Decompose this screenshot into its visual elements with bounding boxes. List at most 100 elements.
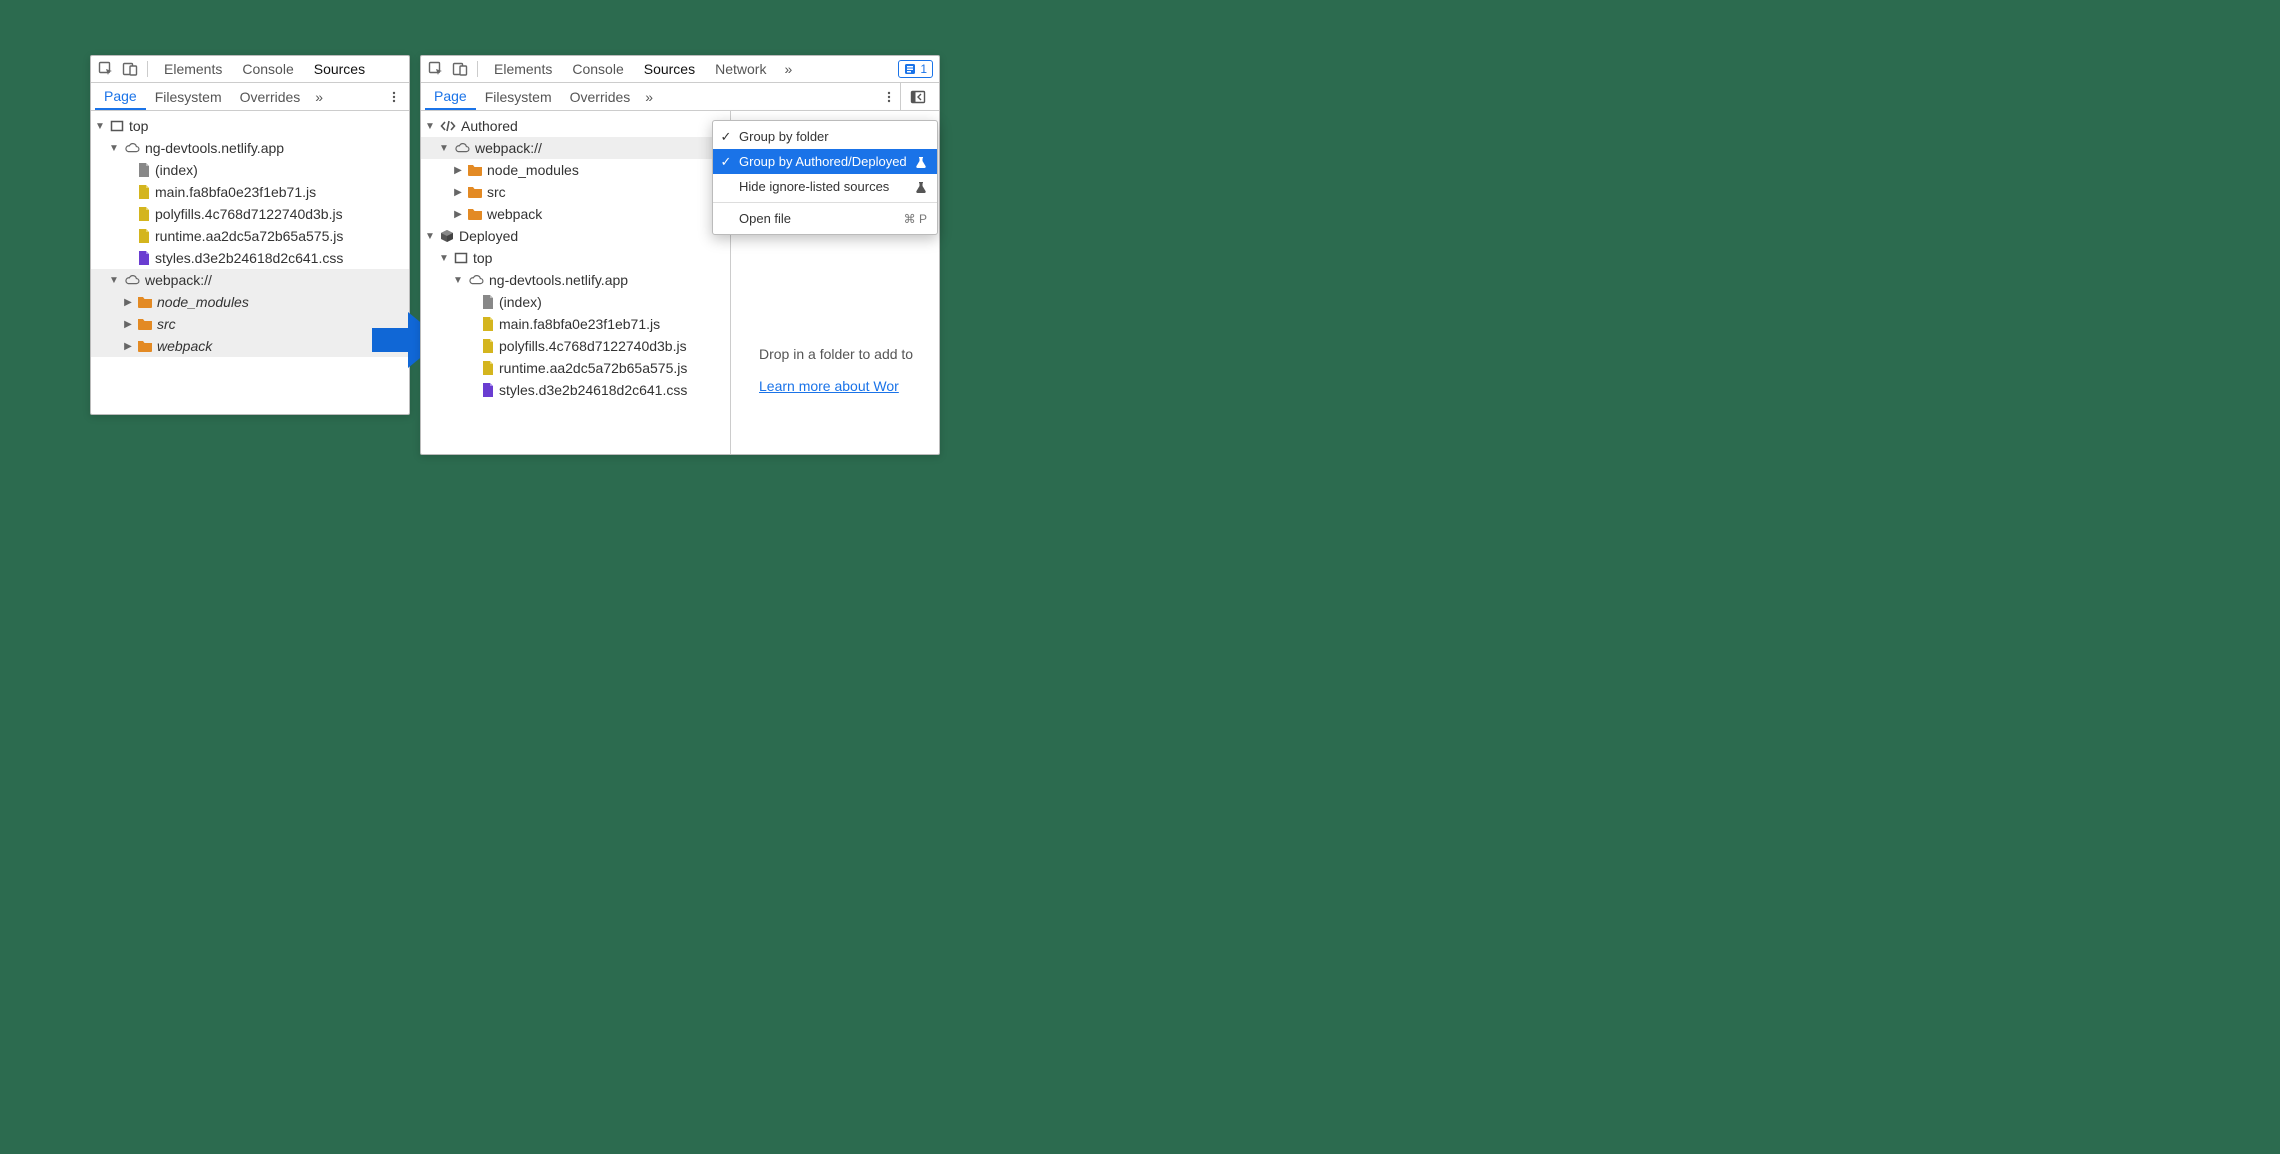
tree-node-authored[interactable]: ▼ Authored <box>421 115 730 137</box>
menu-group-by-folder[interactable]: ✓ Group by folder <box>713 124 937 149</box>
tree-node-domain[interactable]: ▼ ng-devtools.netlify.app <box>421 269 730 291</box>
top-tab-bar: Elements Console Sources <box>91 56 409 83</box>
cloud-icon <box>124 274 140 286</box>
menu-separator <box>713 202 937 203</box>
tree-node-folder[interactable]: ▶ webpack <box>421 203 730 225</box>
menu-label: Hide ignore-listed sources <box>739 179 909 194</box>
cloud-icon <box>124 142 140 154</box>
more-tabs-icon[interactable]: » <box>639 87 659 107</box>
tree-node-top[interactable]: ▼ top <box>91 115 409 137</box>
tree-label: top <box>473 250 492 266</box>
folder-icon <box>138 296 152 308</box>
subtab-filesystem[interactable]: Filesystem <box>146 84 231 109</box>
caret-right-icon: ▶ <box>123 297 133 308</box>
device-toggle-icon[interactable] <box>449 58 471 80</box>
sub-tab-bar: Page Filesystem Overrides » <box>421 83 939 111</box>
device-toggle-icon[interactable] <box>119 58 141 80</box>
check-icon: ✓ <box>719 154 733 170</box>
tree-label: webpack <box>157 338 212 354</box>
folder-icon <box>138 340 152 352</box>
tree-node-file[interactable]: ▶ polyfills.4c768d7122740d3b.js <box>91 203 409 225</box>
inspect-element-icon[interactable] <box>425 58 447 80</box>
kebab-menu-icon[interactable] <box>878 86 900 108</box>
tree-node-file[interactable]: ▶ (index) <box>91 159 409 181</box>
subtab-overrides[interactable]: Overrides <box>231 84 310 109</box>
folder-icon <box>468 164 482 176</box>
top-tab-bar: Elements Console Sources Network » 1 <box>421 56 939 83</box>
caret-right-icon: ▶ <box>453 187 463 198</box>
experiment-beaker-icon <box>915 181 927 193</box>
tree-node-file[interactable]: ▶ styles.d3e2b24618d2c641.css <box>421 379 730 401</box>
more-options-menu: ✓ Group by folder ✓ Group by Authored/De… <box>712 120 938 235</box>
tree-node-deployed[interactable]: ▼ Deployed <box>421 225 730 247</box>
sidebar-toggle <box>900 83 935 110</box>
caret-down-icon: ▼ <box>109 143 119 154</box>
tree-node-folder[interactable]: ▶ webpack <box>91 335 409 357</box>
tree-label: webpack:// <box>145 272 212 288</box>
more-tabs-icon[interactable]: » <box>778 59 798 79</box>
tab-elements[interactable]: Elements <box>154 57 232 81</box>
tree-label: main.fa8bfa0e23f1eb71.js <box>499 316 660 332</box>
tree-node-file[interactable]: ▶ main.fa8bfa0e23f1eb71.js <box>91 181 409 203</box>
source-tree: ▼ Authored ▼ webpack:// ▶ node_modules ▶ <box>421 111 730 405</box>
tab-network[interactable]: Network <box>705 57 776 81</box>
devtools-panel-right: Elements Console Sources Network » 1 Pag… <box>420 55 940 455</box>
top-tabs: Elements Console Sources Network <box>484 57 776 81</box>
tab-console[interactable]: Console <box>562 57 633 81</box>
file-icon <box>482 361 494 375</box>
caret-right-icon: ▶ <box>453 165 463 176</box>
tree-node-webpack[interactable]: ▼ webpack:// <box>91 269 409 291</box>
menu-open-file[interactable]: ✓ Open file ⌘ P <box>713 206 937 231</box>
tree-label: runtime.aa2dc5a72b65a575.js <box>155 228 343 244</box>
divider <box>477 61 478 77</box>
subtab-page[interactable]: Page <box>95 83 146 110</box>
tree-node-file[interactable]: ▶ main.fa8bfa0e23f1eb71.js <box>421 313 730 335</box>
tree-node-file[interactable]: ▶ runtime.aa2dc5a72b65a575.js <box>421 357 730 379</box>
menu-group-by-authored-deployed[interactable]: ✓ Group by Authored/Deployed <box>713 149 937 174</box>
tree-label: node_modules <box>157 294 249 310</box>
tab-sources[interactable]: Sources <box>304 57 375 81</box>
tree-label: (index) <box>499 294 542 310</box>
caret-right-icon: ▶ <box>453 209 463 220</box>
caret-right-icon: ▶ <box>123 341 133 352</box>
tree-node-folder[interactable]: ▶ node_modules <box>91 291 409 313</box>
menu-hide-ignore-listed[interactable]: ✓ Hide ignore-listed sources <box>713 174 937 199</box>
subtab-filesystem[interactable]: Filesystem <box>476 84 561 109</box>
caret-down-icon: ▼ <box>425 231 435 242</box>
tree-node-folder[interactable]: ▶ src <box>421 181 730 203</box>
tree-node-file[interactable]: ▶ styles.d3e2b24618d2c641.css <box>91 247 409 269</box>
caret-right-icon: ▶ <box>123 319 133 330</box>
tree-node-folder[interactable]: ▶ node_modules <box>421 159 730 181</box>
menu-label: Open file <box>739 211 898 226</box>
inspect-element-icon[interactable] <box>95 58 117 80</box>
experiment-beaker-icon <box>915 156 927 168</box>
tree-label: src <box>157 316 176 332</box>
learn-more-link[interactable]: Learn more about Wor <box>759 378 899 394</box>
tab-console[interactable]: Console <box>232 57 303 81</box>
menu-label: Group by folder <box>739 129 927 144</box>
issue-icon <box>904 63 916 75</box>
shortcut-text: ⌘ P <box>904 212 927 226</box>
tab-elements[interactable]: Elements <box>484 57 562 81</box>
folder-icon <box>138 318 152 330</box>
tree-node-domain[interactable]: ▼ ng-devtools.netlify.app <box>91 137 409 159</box>
subtab-page[interactable]: Page <box>425 83 476 110</box>
tree-node-file[interactable]: ▶ runtime.aa2dc5a72b65a575.js <box>91 225 409 247</box>
tree-label: ng-devtools.netlify.app <box>489 272 628 288</box>
caret-down-icon: ▼ <box>425 121 435 132</box>
tree-node-top[interactable]: ▼ top <box>421 247 730 269</box>
subtab-overrides[interactable]: Overrides <box>561 84 640 109</box>
kebab-menu-icon[interactable] <box>383 86 405 108</box>
tree-node-file[interactable]: ▶ polyfills.4c768d7122740d3b.js <box>421 335 730 357</box>
tree-node-file[interactable]: ▶ (index) <box>421 291 730 313</box>
issues-badge[interactable]: 1 <box>898 60 933 78</box>
package-icon <box>440 229 454 243</box>
tab-sources[interactable]: Sources <box>634 57 705 81</box>
show-navigator-icon[interactable] <box>907 86 929 108</box>
tree-label: (index) <box>155 162 198 178</box>
tree-node-webpack[interactable]: ▼ webpack:// <box>421 137 730 159</box>
cloud-icon <box>454 142 470 154</box>
more-tabs-icon[interactable]: » <box>309 87 329 107</box>
file-icon <box>138 163 150 177</box>
tree-node-folder[interactable]: ▶ src <box>91 313 409 335</box>
